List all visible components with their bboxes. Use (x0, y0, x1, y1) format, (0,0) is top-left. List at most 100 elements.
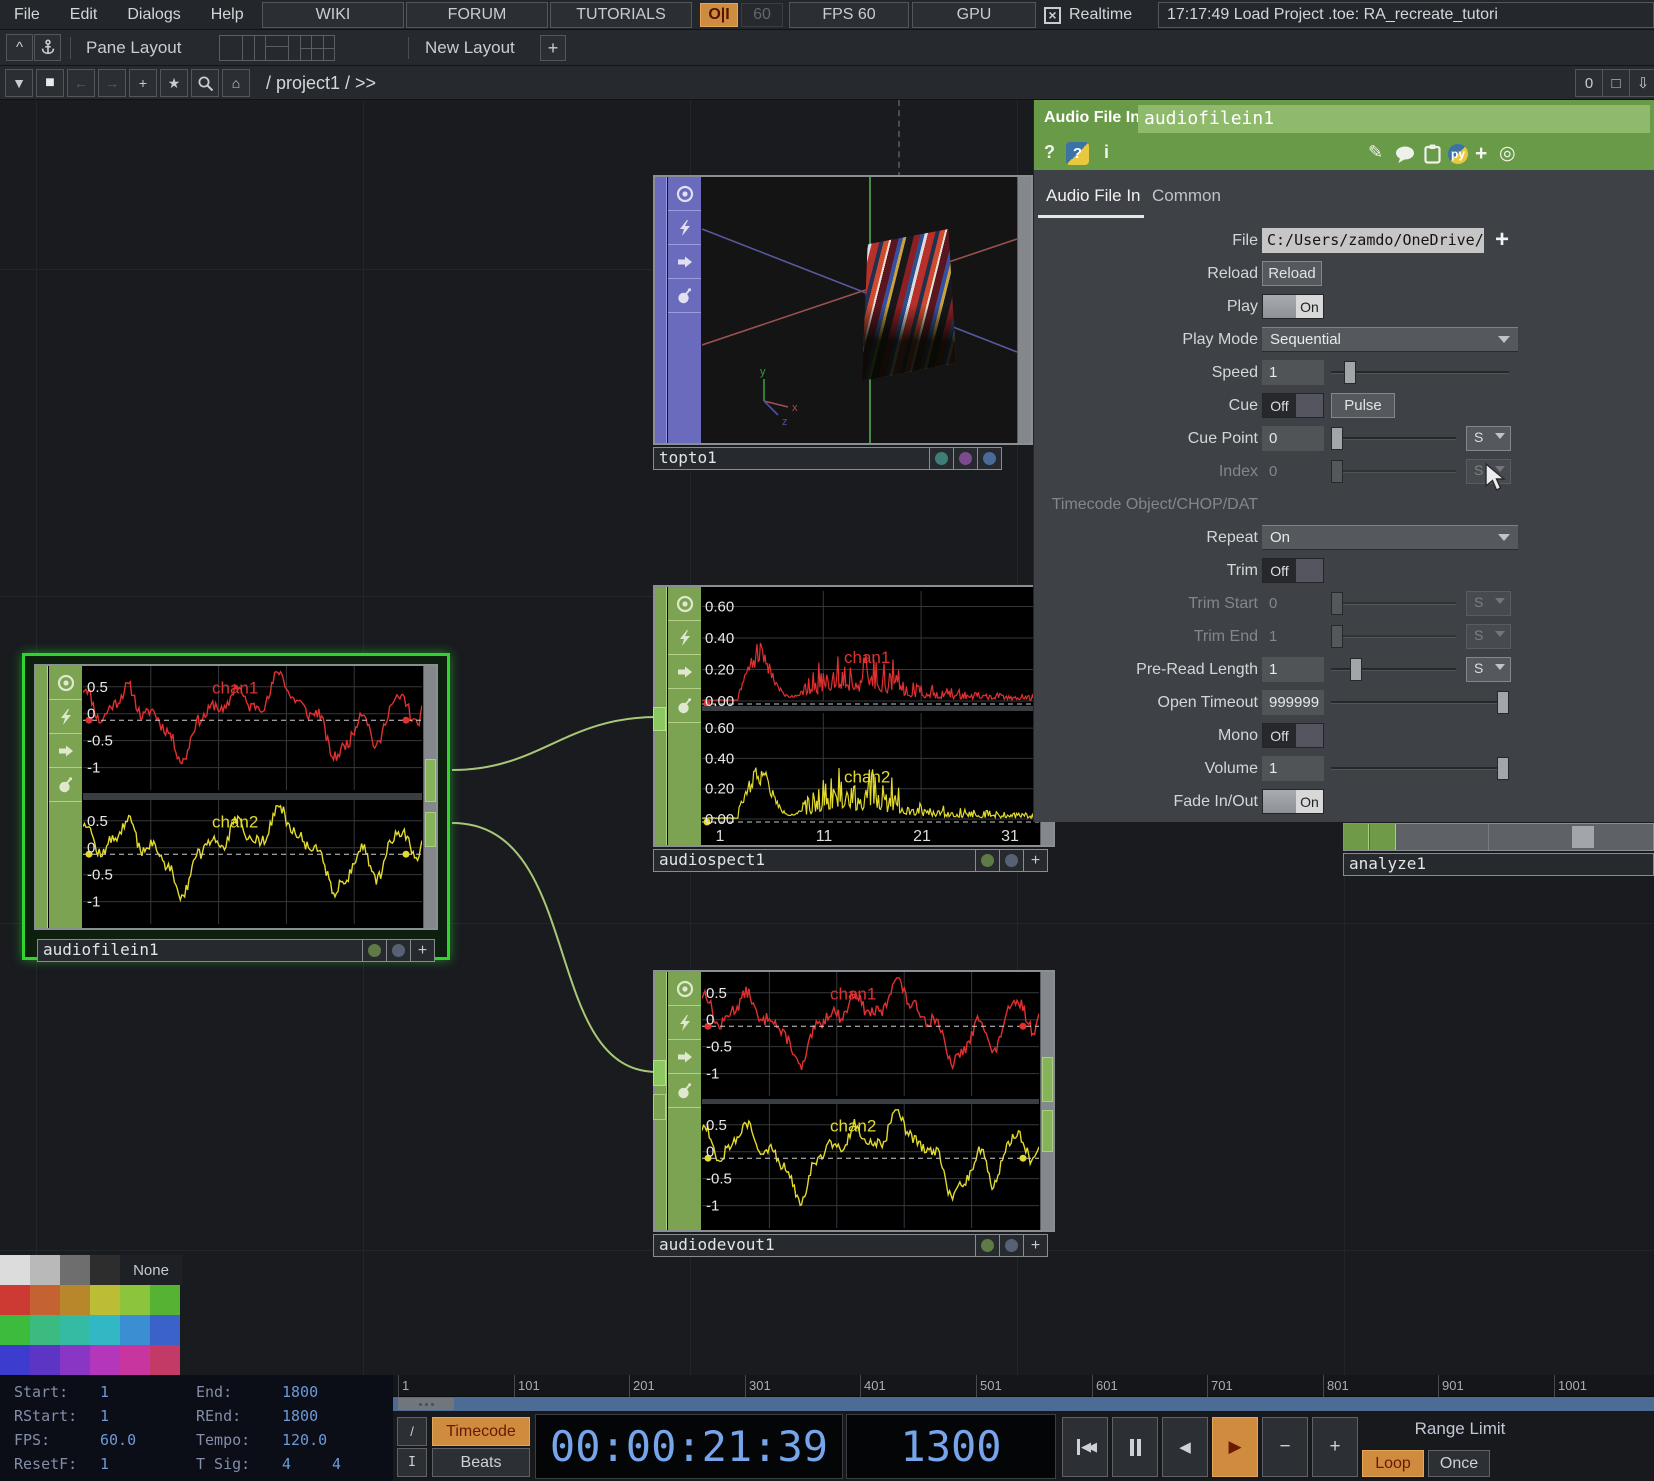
decrement-frame-button[interactable]: − (1262, 1417, 1308, 1477)
midi-io-badge[interactable]: O|I (700, 3, 738, 27)
slider-handle[interactable] (1331, 625, 1343, 648)
input-connector[interactable] (653, 1060, 666, 1086)
node-resize-strip[interactable] (1017, 177, 1031, 443)
realtime-control[interactable]: × Realtime (1044, 0, 1132, 30)
node-status-dot[interactable] (929, 447, 954, 470)
palette-swatch[interactable] (90, 1255, 120, 1285)
tutorials-button[interactable]: TUTORIALS (550, 2, 692, 28)
info-value[interactable]: 120.0 (282, 1431, 327, 1449)
palette-swatch[interactable] (60, 1255, 90, 1285)
collapse-down-icon[interactable]: ⇩ (1629, 69, 1654, 97)
palette-swatch[interactable] (30, 1255, 60, 1285)
palette-swatch[interactable] (0, 1315, 30, 1345)
node-audiofilein1[interactable]: 0.50-0.5-1chan10.50-0.5-1chan2 (34, 664, 438, 930)
toggle-off[interactable]: Off (1262, 558, 1324, 583)
render-flag-icon[interactable] (49, 700, 82, 734)
viewer-flag-icon[interactable] (668, 587, 701, 621)
info-value[interactable]: 1 (100, 1383, 109, 1401)
slider-handle[interactable] (1331, 460, 1343, 483)
stop-icon[interactable]: ■ (36, 69, 64, 97)
palette-swatch[interactable] (60, 1345, 90, 1375)
palette-swatch[interactable] (90, 1345, 120, 1375)
node-topto1[interactable]: yxz (653, 175, 1033, 445)
palette-swatch[interactable] (150, 1285, 180, 1315)
help-icon[interactable]: ? (1044, 142, 1055, 163)
operator-name-field[interactable]: audiofilein1 (1138, 105, 1650, 133)
menu-dialogs[interactable]: Dialogs (127, 6, 180, 24)
wiki-button[interactable]: WIKI (262, 2, 404, 28)
palette-swatch[interactable] (150, 1315, 180, 1345)
node-resize-handle[interactable] (1572, 826, 1594, 848)
info-value[interactable]: 4 (282, 1455, 291, 1473)
palette-swatch[interactable] (90, 1315, 120, 1345)
toggle-on[interactable]: On (1262, 789, 1324, 814)
palette-swatch[interactable] (150, 1345, 180, 1375)
node-side-strip[interactable] (36, 666, 48, 928)
slider-track[interactable] (1331, 371, 1509, 374)
node-add-icon[interactable]: + (1023, 849, 1048, 872)
value-field[interactable]: 1 (1262, 360, 1324, 385)
collapse-menu-icon[interactable]: ▼ (5, 69, 33, 97)
palette-swatch[interactable] (0, 1255, 30, 1285)
value-field[interactable]: 0 (1262, 459, 1324, 484)
breadcrumb[interactable]: / project1 / >> (266, 66, 376, 100)
step-back-button[interactable]: ◀ (1162, 1417, 1208, 1477)
node-flag-cell[interactable] (1344, 824, 1369, 850)
render-flag-icon[interactable] (668, 621, 701, 655)
node-name-analyze1[interactable]: analyze1 (1343, 853, 1654, 876)
node-status-dot[interactable] (975, 849, 1000, 872)
once-button[interactable]: Once (1428, 1450, 1490, 1477)
value-field[interactable]: 1 (1262, 624, 1324, 649)
dropdown-play-mode[interactable]: Sequential (1262, 327, 1518, 352)
window-icon[interactable]: □ (1602, 69, 1630, 97)
lock-flag-icon[interactable] (668, 689, 701, 723)
fps-button[interactable]: FPS 60 (789, 2, 909, 28)
pane-preset-4-button[interactable] (288, 35, 312, 61)
maximize-pane-icon[interactable]: ^ (6, 34, 33, 61)
palette-swatch[interactable] (90, 1285, 120, 1315)
toggle-off[interactable]: Off (1262, 723, 1324, 748)
bookmark-icon[interactable]: ★ (160, 69, 188, 97)
palette-swatch[interactable] (60, 1285, 90, 1315)
units-dropdown[interactable]: S (1466, 624, 1511, 649)
value-field[interactable]: 999999 (1262, 690, 1324, 715)
output-connector[interactable] (1042, 1110, 1053, 1152)
node-flag-cell[interactable] (1370, 824, 1396, 850)
slider-handle[interactable] (1497, 757, 1509, 780)
pane-preset-3-button[interactable] (265, 35, 289, 61)
palette-swatch[interactable] (0, 1345, 30, 1375)
timeline-range-bar[interactable] (393, 1397, 1654, 1411)
node-status-dot[interactable] (953, 447, 978, 470)
python-help-icon[interactable]: ? (1066, 142, 1089, 165)
info-value[interactable]: 60.0 (100, 1431, 136, 1449)
back-icon[interactable]: ← (67, 69, 95, 97)
toggle-on[interactable]: On (1262, 294, 1324, 319)
add-icon[interactable]: + (129, 69, 157, 97)
node-resize-strip[interactable] (423, 666, 436, 928)
anchor-icon[interactable] (34, 34, 61, 61)
value-field[interactable]: 1 (1262, 657, 1324, 682)
reload-button[interactable]: Reload (1262, 261, 1322, 286)
node-status-dot[interactable] (975, 1234, 1000, 1257)
edit-expression-icon[interactable]: ✎ (1368, 142, 1383, 163)
tab-audio-file-in[interactable]: Audio File In (1046, 186, 1141, 206)
info-value[interactable]: 1800 (282, 1383, 318, 1401)
output-connector[interactable] (425, 759, 436, 802)
slider-handle[interactable] (1497, 691, 1509, 714)
node-status-dot[interactable] (362, 939, 387, 962)
lock-flag-icon[interactable] (668, 1074, 701, 1108)
file-path-field[interactable]: C:/Users/zamdo/OneDrive/ (1262, 228, 1484, 253)
slider-track[interactable] (1331, 602, 1456, 605)
bypass-flag-icon[interactable] (49, 734, 82, 768)
node-name-topto1[interactable]: topto1 (653, 447, 930, 470)
slider-handle[interactable] (1331, 427, 1343, 450)
value-field[interactable]: 1 (1262, 756, 1324, 781)
info-value[interactable]: 1 (100, 1455, 109, 1473)
bypass-flag-icon[interactable] (668, 655, 701, 689)
info-icon[interactable]: i (1104, 142, 1109, 163)
dropdown-repeat[interactable]: On (1262, 525, 1518, 550)
realtime-checkbox[interactable]: × (1044, 7, 1061, 24)
slider-track[interactable] (1331, 767, 1509, 770)
node-status-dot[interactable] (386, 939, 411, 962)
bypass-flag-icon[interactable] (668, 1040, 701, 1074)
